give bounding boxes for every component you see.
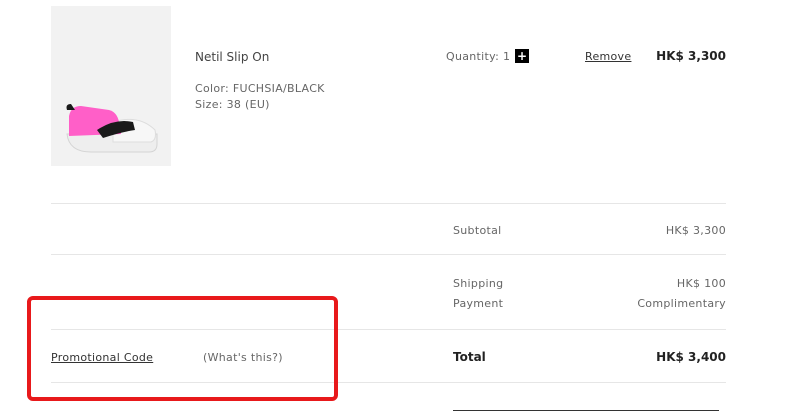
product-size: Size: 38 (EU) — [195, 98, 270, 111]
product-image — [51, 6, 171, 166]
divider — [51, 203, 726, 204]
shipping-label: Shipping — [453, 277, 504, 290]
shoe-illustration — [66, 104, 158, 153]
quantity: Quantity: 1 — [446, 50, 510, 63]
remove-link[interactable]: Remove — [585, 50, 631, 63]
subtotal-label: Subtotal — [453, 224, 502, 237]
product-name: Netil Slip On — [195, 50, 270, 64]
subtotal-value: HK$ 3,300 — [665, 224, 726, 237]
divider — [51, 254, 726, 255]
total-value: HK$ 3,400 — [656, 350, 726, 364]
highlight-box — [27, 296, 338, 401]
total-label: Total — [453, 350, 486, 364]
shipping-value: HK$ 100 — [676, 277, 726, 290]
color-value: FUCHSIA/BLACK — [232, 82, 325, 95]
quantity-label: Quantity: — [446, 50, 500, 63]
product-price: HK$ 3,300 — [656, 49, 726, 63]
product-color: Color: FUCHSIA/BLACK — [195, 82, 325, 95]
color-label: Color: — [195, 82, 230, 95]
payment-value: Complimentary — [637, 297, 726, 310]
payment-label: Payment — [453, 297, 504, 310]
size-label: Size: — [195, 98, 223, 111]
bottom-rule — [453, 410, 719, 411]
size-value: 38 (EU) — [226, 98, 270, 111]
plus-icon[interactable]: + — [515, 49, 529, 63]
quantity-value: 1 — [502, 50, 511, 63]
